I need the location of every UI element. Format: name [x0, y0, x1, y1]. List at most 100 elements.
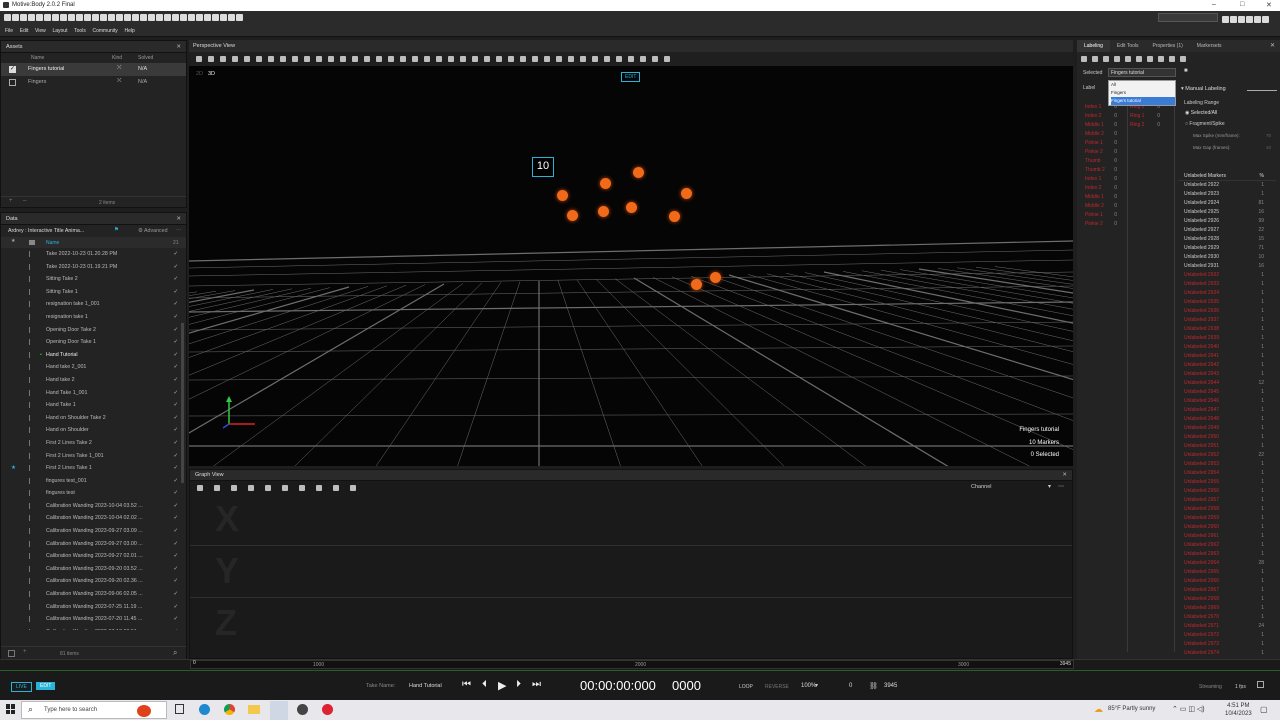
take-check[interactable]: ✓ [174, 324, 178, 337]
unlabeled-marker-row[interactable]: Unlabeled 2964 28 [1178, 559, 1276, 568]
unlabeled-marker-row[interactable]: Unlabeled 2946 1 [1178, 397, 1276, 406]
take-row[interactable]: Calibration Wanding 2023-07-25 11.19 ...… [1, 601, 186, 614]
toolbar-icon[interactable] [164, 14, 171, 21]
layout-icon[interactable] [1254, 16, 1261, 23]
take-row[interactable]: Calibration Wanding 2023-09-27 03.00 ...… [1, 538, 186, 551]
graph-tool-icon[interactable] [265, 485, 271, 491]
toolbar-icon[interactable] [212, 14, 219, 21]
viewport-tool-icon[interactable] [568, 56, 574, 62]
add-icon[interactable]: + [9, 198, 13, 204]
chevron-down-icon[interactable]: ▾ [815, 682, 818, 689]
take-check[interactable]: ✓ [174, 412, 178, 425]
viewport-tool-icon[interactable] [268, 56, 274, 62]
unlabeled-marker-row[interactable]: Unlabeled 2962 1 [1178, 541, 1276, 550]
take-row[interactable]: Hand on Shoulder ✓ [1, 424, 186, 437]
unlabeled-marker-row[interactable]: Unlabeled 2923 1 [1178, 190, 1276, 199]
viewport-tool-icon[interactable] [424, 56, 430, 62]
toolbar-icon[interactable] [188, 14, 195, 21]
labeling-tool-icon[interactable] [1147, 56, 1153, 62]
takes-scrollbar[interactable] [181, 323, 184, 483]
unlabeled-marker-row[interactable]: Unlabeled 2952 22 [1178, 451, 1276, 460]
unlabeled-marker-row[interactable]: Unlabeled 2925 16 [1178, 208, 1276, 217]
column-solved[interactable]: Solved [138, 55, 153, 61]
menu-file[interactable]: File [5, 28, 13, 34]
take-row[interactable]: Hand on Shoulder Take 2 ✓ [1, 412, 186, 425]
unlabeled-marker-row[interactable]: Unlabeled 2963 1 [1178, 550, 1276, 559]
take-row[interactable]: Calibration Wanding 2023-09-20 02.36 ...… [1, 575, 186, 588]
toolbar-icon[interactable] [156, 14, 163, 21]
windows-start-icon[interactable] [6, 704, 16, 714]
take-check[interactable]: ✓ [174, 512, 178, 525]
unlabeled-marker-row[interactable]: Unlabeled 2933 1 [1178, 280, 1276, 289]
unlabeled-marker-row[interactable]: Unlabeled 2966 1 [1178, 577, 1276, 586]
labeling-tool-icon[interactable] [1103, 56, 1109, 62]
take-row[interactable]: Hand Take 1 ✓ [1, 399, 186, 412]
marker-label[interactable]: Middle 2 0 [1085, 130, 1127, 139]
unlabeled-marker-row[interactable]: Unlabeled 2956 1 [1178, 487, 1276, 496]
play-icon[interactable]: ▶ [498, 679, 506, 692]
settings-icon[interactable]: ⚙ [138, 228, 143, 234]
project-name[interactable]: Ardrey : Interactive Title Anima... [8, 228, 84, 234]
take-check[interactable]: ✓ [174, 487, 178, 500]
asset-selector[interactable]: Fingers tutorial [1108, 68, 1176, 77]
unlabeled-marker-row[interactable]: Unlabeled 2967 1 [1178, 586, 1276, 595]
marker[interactable] [633, 167, 644, 178]
take-check[interactable]: ✓ [174, 286, 178, 299]
take-row[interactable]: Opening Door Take 1 ✓ [1, 336, 186, 349]
viewport-tool-icon[interactable] [328, 56, 334, 62]
unlabeled-marker-row[interactable]: Unlabeled 2955 1 [1178, 478, 1276, 487]
unlabeled-marker-row[interactable]: Unlabeled 2961 1 [1178, 532, 1276, 541]
toolbar-icon[interactable] [100, 14, 107, 21]
take-row[interactable]: First 2 Lines Take 2 ✓ [1, 437, 186, 450]
toolbar-icon[interactable] [116, 14, 123, 21]
marker[interactable] [600, 178, 611, 189]
toolbar-icon[interactable] [236, 14, 243, 21]
asset-row[interactable]: Fingers ⛌ N/A [1, 76, 186, 89]
menu-view[interactable]: View [35, 28, 46, 34]
take-row[interactable]: First 2 Lines Take 1_001 ✓ [1, 450, 186, 463]
marker[interactable] [598, 206, 609, 217]
marker-label[interactable]: Middle 2 0 [1085, 202, 1127, 211]
menu-community[interactable]: Community [93, 28, 118, 34]
take-check[interactable]: ✓ [174, 601, 178, 614]
unlabeled-marker-row[interactable]: Unlabeled 2931 16 [1178, 262, 1276, 271]
take-check[interactable]: ✓ [174, 336, 178, 349]
viewport-tool-icon[interactable] [544, 56, 550, 62]
tab-edit-tools[interactable]: Edit Tools [1110, 40, 1146, 52]
graph-z-lane[interactable]: Z [190, 598, 1072, 650]
unlabeled-marker-row[interactable]: Unlabeled 2944 12 [1178, 379, 1276, 388]
close-button[interactable]: ✕ [1266, 1, 1272, 9]
take-check[interactable]: ✓ [174, 500, 178, 513]
channel-dropdown[interactable]: Channel [971, 484, 992, 490]
take-check[interactable]: ✓ [174, 462, 178, 475]
toolbar-icon[interactable] [180, 14, 187, 21]
toolbar-icon[interactable] [196, 14, 203, 21]
advanced-toggle[interactable]: Advanced [144, 228, 168, 234]
viewport-tool-icon[interactable] [292, 56, 298, 62]
take-check[interactable]: ✓ [174, 575, 178, 588]
manual-labeling-header[interactable]: ▾ Manual Labeling [1181, 86, 1277, 96]
checkbox[interactable] [9, 79, 16, 86]
graph-tool-icon[interactable] [248, 485, 254, 491]
labeling-tool-icon[interactable] [1158, 56, 1164, 62]
viewport-tool-icon[interactable] [580, 56, 586, 62]
take-check[interactable]: ✓ [174, 273, 178, 286]
viewport-tool-icon[interactable] [616, 56, 622, 62]
unlabeled-marker-row[interactable]: Unlabeled 2922 1 [1178, 181, 1276, 190]
notification-icon[interactable]: ▢ [1260, 705, 1268, 714]
marker-label[interactable]: Ring 1 0 [1130, 112, 1170, 121]
unlabeled-marker-row[interactable]: Unlabeled 2948 1 [1178, 415, 1276, 424]
layout-icon[interactable] [1246, 16, 1253, 23]
motive-taskbar-icon[interactable] [270, 701, 288, 720]
unlabeled-marker-row[interactable]: Unlabeled 2960 1 [1178, 523, 1276, 532]
viewport-tool-icon[interactable] [592, 56, 598, 62]
toolbar-icon[interactable] [228, 14, 235, 21]
take-check[interactable]: ✓ [174, 424, 178, 437]
graph-tool-icon[interactable] [282, 485, 288, 491]
unlabeled-marker-row[interactable]: Unlabeled 2972 1 [1178, 631, 1276, 640]
viewport-tool-icon[interactable] [352, 56, 358, 62]
more-icon[interactable]: ⋯ [176, 228, 181, 234]
viewport-tool-icon[interactable] [520, 56, 526, 62]
close-icon[interactable]: ✕ [1062, 470, 1067, 481]
toolbar-icon[interactable] [108, 14, 115, 21]
